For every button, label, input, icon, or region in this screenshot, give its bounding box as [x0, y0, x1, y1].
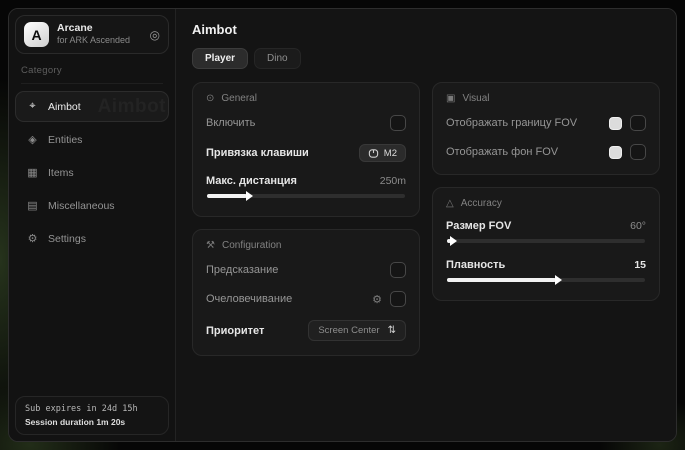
general-card: ⊙ General Включить Привязка клавиши — [192, 82, 420, 217]
fov-bg-row: Отображать фон FOV — [446, 137, 646, 162]
fov-size-slider[interactable] — [447, 239, 645, 243]
target-icon: ⊙ — [206, 93, 214, 104]
sidebar-item-label: Entities — [48, 134, 82, 146]
priority-select[interactable]: Screen Center ⇅ — [308, 320, 406, 341]
visual-card-header: ▣ Visual — [446, 93, 646, 104]
keybind-value: M2 — [384, 148, 397, 159]
prediction-label: Предсказание — [206, 264, 278, 276]
slider-fill[interactable] — [447, 239, 451, 243]
humanization-row: Очеловечивание ⚙ — [206, 284, 406, 313]
max-distance-row: Макс. дистанция 250m — [206, 168, 406, 191]
smoothness-label: Плавность — [446, 259, 505, 271]
tab-player[interactable]: Player — [192, 48, 248, 69]
box-icon: ▦ — [26, 166, 39, 179]
keybind-row: Привязка клавиши M2 — [206, 137, 406, 168]
card-title: Accuracy — [461, 198, 502, 209]
app-window: A Arcane for ARK Ascended ◎ Category ⌖ A… — [8, 8, 677, 442]
app-logo: A — [24, 22, 49, 47]
card-title: Configuration — [222, 240, 281, 251]
fov-bg-checkbox[interactable] — [630, 144, 646, 160]
session-duration-text: Session duration 1m 20s — [25, 417, 159, 427]
prediction-checkbox[interactable] — [390, 262, 406, 278]
accuracy-card-header: △ Accuracy — [446, 198, 646, 209]
sidebar-item-label: Miscellaneous — [48, 200, 115, 212]
sidebar-item-label: Items — [48, 167, 74, 179]
triangle-icon: △ — [446, 198, 454, 209]
fov-size-row: Размер FOV 60° — [446, 213, 646, 236]
priority-label: Приоритет — [206, 325, 264, 337]
enable-checkbox[interactable] — [390, 115, 406, 131]
max-distance-value: 250m — [380, 175, 406, 187]
tab-dino[interactable]: Dino — [254, 48, 301, 69]
fov-border-row: Отображать границу FOV — [446, 108, 646, 137]
configuration-card-header: ⚒ Configuration — [206, 240, 406, 251]
misc-icon: ▤ — [26, 199, 39, 212]
keybind-button[interactable]: M2 — [359, 144, 406, 162]
sub-expires-text: Sub expires in 24d 15h — [25, 404, 159, 414]
general-card-header: ⊙ General — [206, 93, 406, 104]
gear-icon[interactable]: ⚙ — [372, 293, 382, 306]
main-content: Aimbot Player Dino ⊙ General Включить — [176, 9, 676, 441]
mouse-icon — [368, 148, 379, 159]
aimbot-watermark: Aimbot — [98, 96, 166, 118]
smoothness-value: 15 — [634, 259, 646, 271]
sidebar-item-settings[interactable]: ⚙ Settings — [15, 223, 169, 254]
enable-label: Включить — [206, 117, 255, 129]
sidebar-item-aimbot[interactable]: ⌖ Aimbot Aimbot — [15, 91, 169, 122]
crosshair-icon: ⌖ — [26, 100, 39, 113]
sidebar: A Arcane for ARK Ascended ◎ Category ⌖ A… — [9, 9, 176, 441]
max-distance-label: Макс. дистанция — [206, 175, 297, 187]
card-title: Visual — [462, 93, 489, 104]
fov-bg-label: Отображать фон FOV — [446, 146, 558, 158]
sidebar-item-label: Aimbot — [48, 101, 81, 113]
priority-selected-value: Screen Center — [318, 325, 379, 336]
brand-text: Arcane for ARK Ascended — [57, 22, 142, 46]
visual-card: ▣ Visual Отображать границу FOV Отобража… — [432, 82, 660, 175]
sidebar-item-label: Settings — [48, 233, 86, 245]
category-label: Category — [21, 65, 163, 84]
fov-border-label: Отображать границу FOV — [446, 117, 577, 129]
sidebar-item-entities[interactable]: ◈ Entities — [15, 124, 169, 155]
sidebar-item-miscellaneous[interactable]: ▤ Miscellaneous — [15, 190, 169, 221]
app-name: Arcane — [57, 22, 142, 35]
tools-icon: ⚒ — [206, 240, 215, 251]
screen-icon: ▣ — [446, 93, 455, 104]
tab-bar: Player Dino — [192, 48, 660, 69]
brand-card: A Arcane for ARK Ascended ◎ — [15, 15, 169, 54]
smoothness-row: Плавность 15 — [446, 249, 646, 275]
slider-fill[interactable] — [447, 278, 556, 282]
gear-icon: ⚙ — [26, 232, 39, 245]
crosshair-icon[interactable]: ◎ — [150, 28, 160, 42]
session-info-card: Sub expires in 24d 15h Session duration … — [15, 396, 169, 435]
keybind-label: Привязка клавиши — [206, 147, 309, 159]
fov-size-value: 60° — [630, 220, 646, 232]
fov-bg-color-swatch[interactable] — [609, 146, 622, 159]
configuration-card: ⚒ Configuration Предсказание Очеловечива… — [192, 229, 420, 356]
priority-row: Приоритет Screen Center ⇅ — [206, 313, 406, 343]
sort-arrows-icon: ⇅ — [388, 325, 396, 336]
fov-size-label: Размер FOV — [446, 220, 511, 232]
fov-border-checkbox[interactable] — [630, 115, 646, 131]
prediction-row: Предсказание — [206, 255, 406, 284]
page-title: Aimbot — [192, 22, 660, 37]
sidebar-item-items[interactable]: ▦ Items — [15, 157, 169, 188]
humanization-label: Очеловечивание — [206, 293, 292, 305]
enable-row: Включить — [206, 108, 406, 137]
slider-fill[interactable] — [207, 194, 247, 198]
card-title: General — [221, 93, 257, 104]
accuracy-card: △ Accuracy Размер FOV 60° Плавность 15 — [432, 187, 660, 301]
app-subtitle: for ARK Ascended — [57, 35, 142, 46]
fov-border-color-swatch[interactable] — [609, 117, 622, 130]
smoothness-slider[interactable] — [447, 278, 645, 282]
entities-icon: ◈ — [26, 133, 39, 146]
humanization-checkbox[interactable] — [390, 291, 406, 307]
max-distance-slider[interactable] — [207, 194, 405, 198]
sidebar-nav: ⌖ Aimbot Aimbot ◈ Entities ▦ Items ▤ Mis… — [15, 91, 169, 254]
